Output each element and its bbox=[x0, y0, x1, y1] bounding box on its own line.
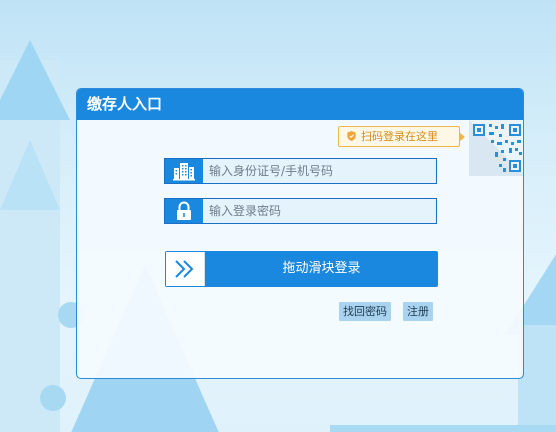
slider-label: 拖动滑块登录 bbox=[282, 261, 361, 276]
password-field bbox=[164, 198, 437, 224]
forgot-password-button[interactable]: 找回密码 bbox=[339, 302, 391, 321]
bg-roof-left bbox=[0, 40, 70, 120]
bg-circle bbox=[40, 385, 66, 411]
register-button[interactable]: 注册 bbox=[403, 302, 433, 321]
scan-login-tip[interactable]: 扫码登录在这里 bbox=[338, 126, 465, 147]
id-field-icon-box bbox=[165, 159, 203, 183]
password-input[interactable] bbox=[203, 199, 436, 223]
scan-tip-label: 扫码登录在这里 bbox=[361, 130, 438, 143]
panel-title: 缴存人入口 bbox=[77, 89, 523, 120]
lock-icon bbox=[177, 201, 191, 220]
page-background: 缴存人入口 扫码登录在这里 输入身份证号/手机号码 拖动滑块登录 找回密码 注册 bbox=[0, 0, 556, 432]
id-field bbox=[164, 158, 437, 184]
shield-icon bbox=[347, 131, 356, 141]
double-chevron-right-icon bbox=[175, 260, 194, 278]
slide-to-login: 拖动滑块登录 bbox=[165, 251, 438, 287]
bg-triangle-small bbox=[0, 140, 60, 210]
building-icon bbox=[173, 163, 195, 181]
bg-strip bbox=[330, 425, 556, 432]
password-field-icon-box bbox=[165, 199, 203, 223]
slider-handle[interactable] bbox=[166, 252, 205, 286]
qr-code-icon[interactable] bbox=[469, 120, 524, 176]
login-panel: 缴存人入口 扫码登录在这里 输入身份证号/手机号码 拖动滑块登录 找回密码 注册 bbox=[76, 88, 524, 379]
id-input[interactable] bbox=[203, 159, 436, 183]
